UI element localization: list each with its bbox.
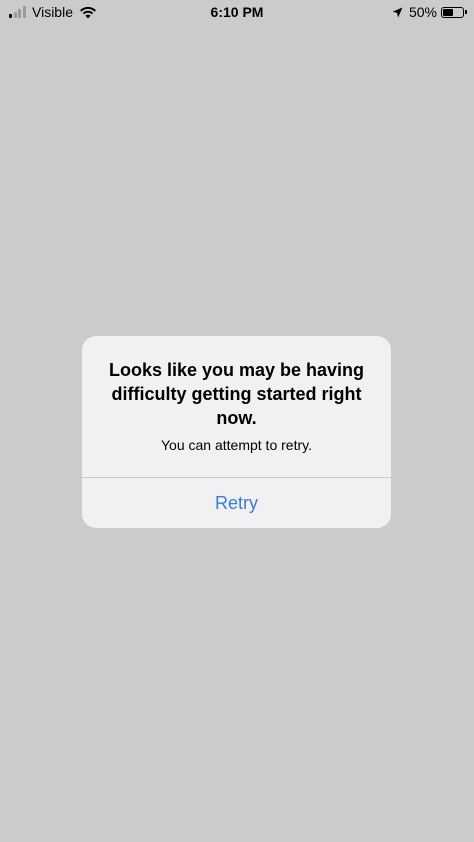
alert-message: You can attempt to retry. bbox=[161, 437, 312, 453]
battery-icon bbox=[441, 6, 464, 18]
battery-nub bbox=[465, 10, 467, 14]
status-bar: Visible 6:10 PM 50% bbox=[0, 0, 474, 26]
retry-button[interactable]: Retry bbox=[82, 478, 391, 528]
alert-title: Looks like you may be having difficulty … bbox=[108, 360, 365, 428]
alert-body: Looks like you may be having difficulty … bbox=[82, 336, 391, 477]
status-right: 50% bbox=[392, 4, 467, 20]
battery-percent: 50% bbox=[408, 4, 437, 20]
battery-fill bbox=[443, 8, 453, 16]
alert-dialog: Looks like you may be having difficulty … bbox=[82, 336, 391, 528]
location-arrow-icon bbox=[392, 7, 403, 17]
